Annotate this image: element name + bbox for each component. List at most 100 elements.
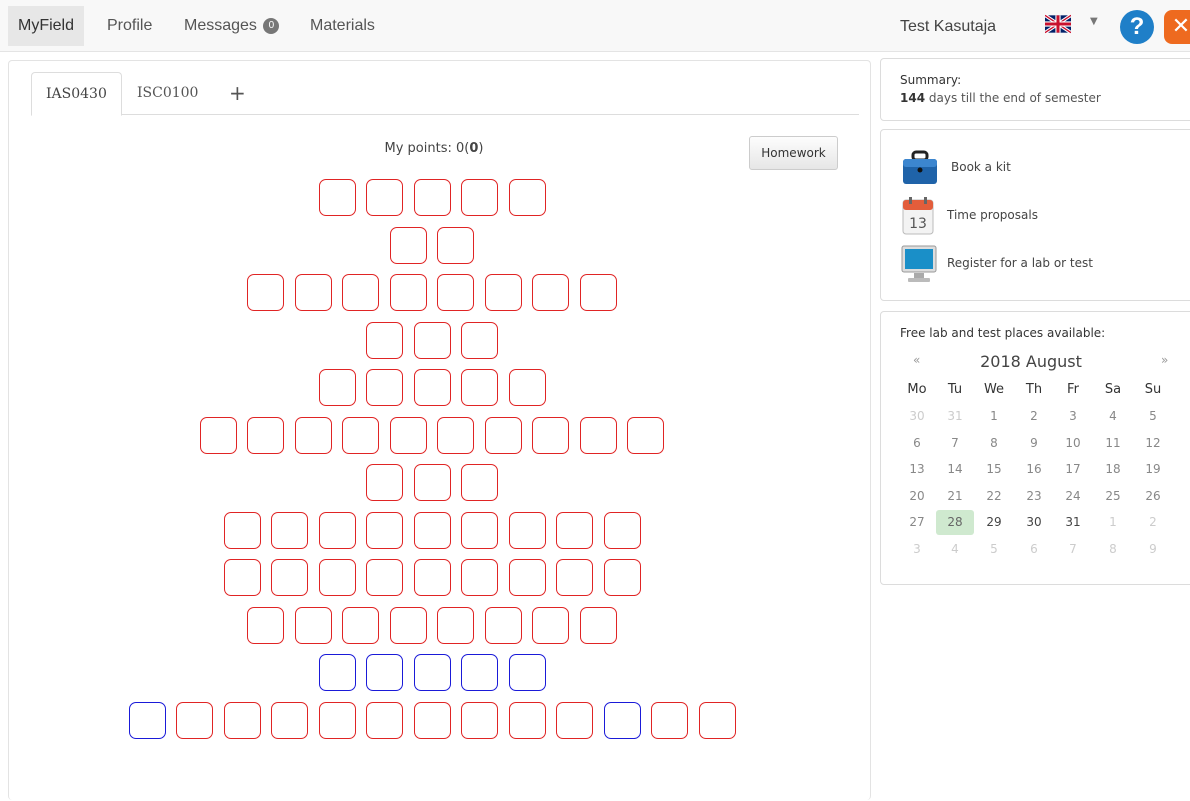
task-slot[interactable] — [223, 701, 261, 739]
calendar-day[interactable]: 7 — [936, 431, 974, 456]
calendar-day[interactable]: 25 — [1094, 484, 1132, 509]
task-slot[interactable] — [318, 701, 356, 739]
task-slot[interactable] — [461, 559, 498, 596]
calendar-day[interactable]: 13 — [898, 457, 936, 482]
task-slot[interactable] — [366, 179, 403, 216]
calendar-day[interactable]: 27 — [898, 510, 936, 535]
task-slot[interactable] — [413, 701, 451, 739]
task-slot[interactable] — [223, 511, 261, 549]
task-slot[interactable] — [128, 701, 166, 739]
calendar-day[interactable]: 12 — [1134, 431, 1172, 456]
task-slot[interactable] — [366, 464, 403, 501]
register-lab-link[interactable]: Register for a lab or test — [901, 244, 1141, 284]
calendar-day[interactable]: 3 — [1054, 404, 1092, 429]
user-name[interactable]: Test Kasutaja — [900, 18, 996, 36]
task-slot[interactable] — [461, 701, 498, 739]
calendar-day[interactable]: 16 — [1015, 457, 1053, 482]
task-slot[interactable] — [318, 654, 356, 691]
task-slot[interactable] — [318, 179, 356, 216]
task-slot[interactable] — [389, 416, 427, 454]
task-slot[interactable] — [413, 179, 451, 216]
task-slot[interactable] — [366, 369, 403, 406]
calendar-day[interactable]: 8 — [975, 431, 1013, 456]
book-kit-link[interactable]: Book a kit — [901, 148, 1141, 188]
calendar-day[interactable]: 4 — [936, 537, 974, 562]
task-slot[interactable] — [413, 464, 451, 501]
time-proposals-link[interactable]: 13 Time proposals — [901, 196, 1141, 236]
task-slot[interactable] — [532, 416, 570, 454]
task-slot[interactable] — [651, 701, 688, 739]
calendar-day[interactable]: 3 — [898, 537, 936, 562]
calendar-day[interactable]: 30 — [898, 404, 936, 429]
calendar-day[interactable]: 1 — [975, 404, 1013, 429]
calendar-day[interactable]: 18 — [1094, 457, 1132, 482]
task-slot[interactable] — [318, 369, 356, 406]
task-slot[interactable] — [461, 464, 498, 501]
task-slot[interactable] — [532, 274, 570, 311]
task-slot[interactable] — [389, 606, 427, 644]
task-slot[interactable] — [271, 701, 308, 739]
task-slot[interactable] — [461, 179, 498, 216]
task-slot[interactable] — [247, 416, 285, 454]
task-slot[interactable] — [508, 369, 546, 406]
calendar-day[interactable]: 31 — [936, 404, 974, 429]
task-slot[interactable] — [627, 416, 665, 454]
task-slot[interactable] — [413, 369, 451, 406]
uk-flag-icon[interactable] — [1045, 14, 1071, 34]
task-slot[interactable] — [508, 559, 546, 596]
task-slot[interactable] — [366, 701, 403, 739]
task-slot[interactable] — [318, 559, 356, 596]
calendar-day[interactable]: 5 — [1134, 404, 1172, 429]
nav-item-materials[interactable]: Materials — [300, 6, 385, 46]
task-slot[interactable] — [413, 559, 451, 596]
task-slot[interactable] — [556, 511, 593, 549]
task-slot[interactable] — [366, 654, 403, 691]
calendar-day[interactable]: 26 — [1134, 484, 1172, 509]
task-slot[interactable] — [271, 559, 308, 596]
task-slot[interactable] — [437, 606, 475, 644]
task-slot[interactable] — [484, 274, 522, 311]
calendar-day[interactable]: 20 — [898, 484, 936, 509]
task-slot[interactable] — [579, 606, 617, 644]
calendar-day[interactable]: 31 — [1054, 510, 1092, 535]
calendar-day[interactable]: 10 — [1054, 431, 1092, 456]
calendar-day[interactable]: 11 — [1094, 431, 1132, 456]
calendar-day[interactable]: 2 — [1015, 404, 1053, 429]
calendar-day[interactable]: 24 — [1054, 484, 1092, 509]
calendar-day[interactable]: 9 — [1015, 431, 1053, 456]
task-slot[interactable] — [199, 416, 237, 454]
calendar-day[interactable]: 5 — [975, 537, 1013, 562]
task-slot[interactable] — [294, 606, 332, 644]
language-caret-icon[interactable]: ▼ — [1090, 16, 1098, 27]
task-slot[interactable] — [461, 511, 498, 549]
task-slot[interactable] — [461, 654, 498, 691]
calendar-day[interactable]: 9 — [1134, 537, 1172, 562]
task-slot[interactable] — [342, 416, 380, 454]
nav-item-messages[interactable]: Messages 0 — [174, 6, 289, 46]
task-slot[interactable] — [342, 606, 380, 644]
task-slot[interactable] — [461, 369, 498, 406]
task-slot[interactable] — [508, 511, 546, 549]
task-slot[interactable] — [366, 559, 403, 596]
calendar-day[interactable]: 29 — [975, 510, 1013, 535]
task-slot[interactable] — [484, 416, 522, 454]
task-slot[interactable] — [389, 274, 427, 311]
task-slot[interactable] — [556, 559, 593, 596]
task-slot[interactable] — [318, 511, 356, 549]
task-slot[interactable] — [603, 701, 641, 739]
task-slot[interactable] — [603, 511, 641, 549]
task-slot[interactable] — [556, 701, 593, 739]
calendar-day[interactable]: 8 — [1094, 537, 1132, 562]
calendar-day[interactable]: 22 — [975, 484, 1013, 509]
calendar-day[interactable]: 4 — [1094, 404, 1132, 429]
task-slot[interactable] — [271, 511, 308, 549]
task-slot[interactable] — [389, 226, 427, 264]
task-slot[interactable] — [413, 511, 451, 549]
task-slot[interactable] — [413, 321, 451, 359]
calendar-day[interactable]: 7 — [1054, 537, 1092, 562]
task-slot[interactable] — [294, 274, 332, 311]
nav-item-myfield[interactable]: MyField — [8, 6, 85, 46]
task-slot[interactable] — [508, 179, 546, 216]
calendar-day[interactable]: 6 — [898, 431, 936, 456]
help-icon[interactable]: ? — [1120, 10, 1154, 44]
